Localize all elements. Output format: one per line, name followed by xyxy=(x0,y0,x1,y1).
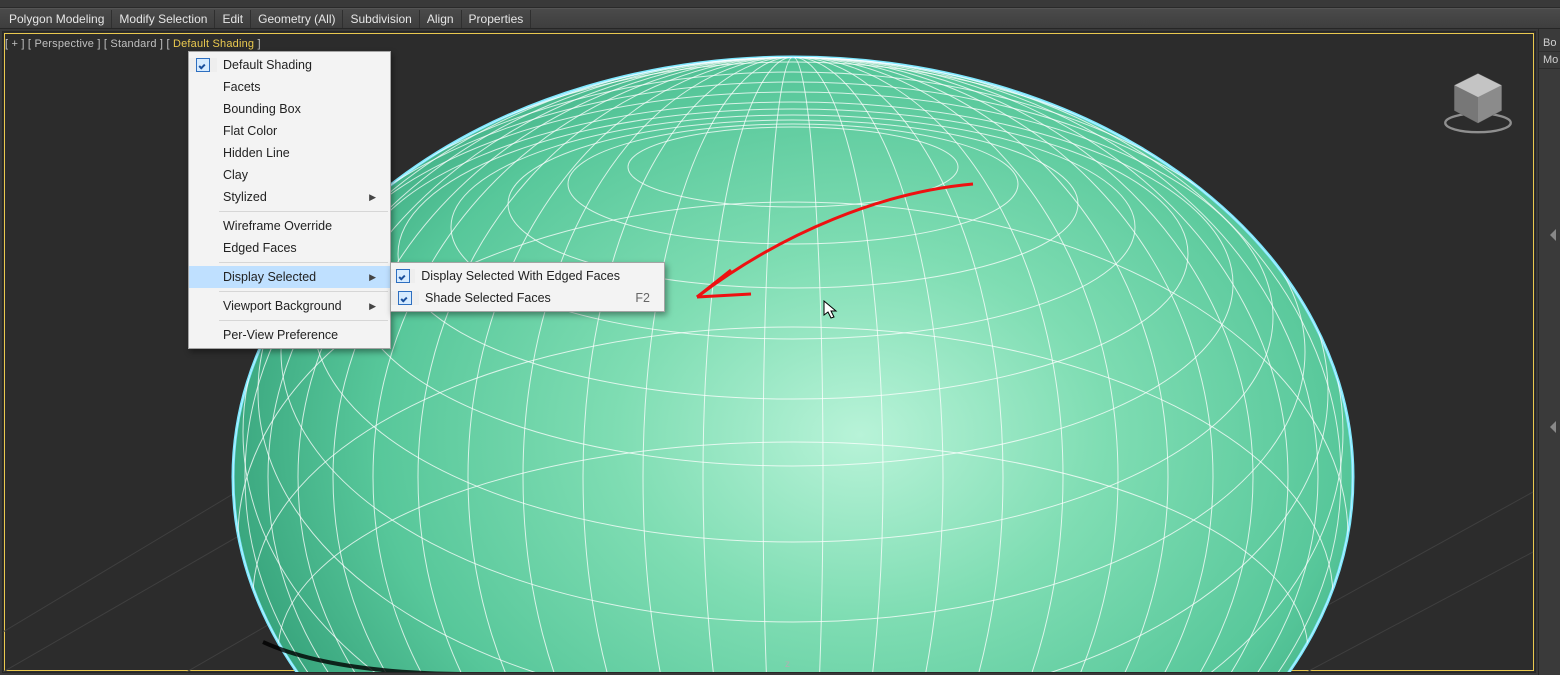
ribbon-modify-selection[interactable]: Modify Selection xyxy=(112,10,215,28)
menu-item-label: Stylized xyxy=(217,190,366,204)
menu-separator xyxy=(219,320,388,321)
panel-flyout-icon[interactable] xyxy=(1544,421,1556,433)
menu-item-label: Per-View Preference xyxy=(217,328,366,342)
viewport-label[interactable]: [ + ] [ Perspective ] [ Standard ] [ Def… xyxy=(5,38,261,50)
viewcube[interactable] xyxy=(1439,62,1517,140)
submenu-item-label: Display Selected With Edged Faces xyxy=(415,269,620,283)
menu-item-label: Bounding Box xyxy=(217,102,366,116)
menu-separator xyxy=(219,262,388,263)
menu-item[interactable]: Edged Faces xyxy=(189,237,390,259)
panel-label-0[interactable]: Bo xyxy=(1539,35,1560,52)
ribbon-edit[interactable]: Edit xyxy=(215,10,251,28)
menu-item-label: Facets xyxy=(217,80,366,94)
ribbon-polygon-modeling[interactable]: Polygon Modeling xyxy=(2,10,112,28)
menu-item[interactable]: Display Selected▶ xyxy=(189,266,390,288)
menu-item[interactable]: Hidden Line xyxy=(189,142,390,164)
submenu-arrow-icon: ▶ xyxy=(366,272,376,283)
ribbon-properties[interactable]: Properties xyxy=(462,10,532,28)
panel-label-1[interactable]: Mo xyxy=(1539,52,1560,69)
axis-label-z: z xyxy=(785,659,790,670)
menu-item-label: Flat Color xyxy=(217,124,366,138)
panel-flyout-icon[interactable] xyxy=(1544,229,1556,241)
menu-item-label: Hidden Line xyxy=(217,146,366,160)
submenu-item[interactable]: Shade Selected FacesF2 xyxy=(391,287,664,309)
submenu-arrow-icon: ▶ xyxy=(366,192,376,203)
menu-item-label: Clay xyxy=(217,168,366,182)
menu-item[interactable]: Wireframe Override xyxy=(189,215,390,237)
submenu-item-accel: F2 xyxy=(605,291,650,305)
ribbon-subdivision[interactable]: Subdivision xyxy=(343,10,419,28)
check-icon xyxy=(196,58,210,72)
check-icon xyxy=(398,291,412,305)
menu-item[interactable]: Stylized▶ xyxy=(189,186,390,208)
menu-item-label: Display Selected xyxy=(217,270,366,284)
shading-context-menu[interactable]: Default Shading Facets Bounding Box Flat Co… xyxy=(188,51,391,349)
menu-item[interactable]: Clay xyxy=(189,164,390,186)
menu-item[interactable]: Viewport Background▶ xyxy=(189,295,390,317)
menu-item[interactable]: Flat Color xyxy=(189,120,390,142)
menu-item-label: Viewport Background xyxy=(217,299,366,313)
menu-item[interactable]: Facets xyxy=(189,76,390,98)
menu-item[interactable]: Bounding Box xyxy=(189,98,390,120)
menu-item-label: Default Shading xyxy=(217,58,366,72)
check-icon xyxy=(396,269,410,283)
command-panel-collapsed[interactable]: Bo Mo xyxy=(1538,29,1560,675)
menu-separator xyxy=(219,211,388,212)
display-selected-submenu[interactable]: Display Selected With Edged Faces Shade S… xyxy=(390,262,665,312)
submenu-item-label: Shade Selected Faces xyxy=(419,291,605,305)
menu-item-label: Edged Faces xyxy=(217,241,366,255)
menu-item-label: Wireframe Override xyxy=(217,219,366,233)
ribbon-align[interactable]: Align xyxy=(420,10,462,28)
menu-item[interactable]: Default Shading xyxy=(189,54,390,76)
submenu-arrow-icon: ▶ xyxy=(366,301,376,312)
ribbon-tab-strip xyxy=(0,0,1560,8)
submenu-item[interactable]: Display Selected With Edged Faces xyxy=(391,265,664,287)
menu-item[interactable]: Per-View Preference xyxy=(189,324,390,346)
menu-separator xyxy=(219,291,388,292)
ribbon-bar: Polygon Modeling Modify Selection Edit G… xyxy=(0,8,1560,29)
ribbon-geometry-all[interactable]: Geometry (All) xyxy=(251,10,343,28)
